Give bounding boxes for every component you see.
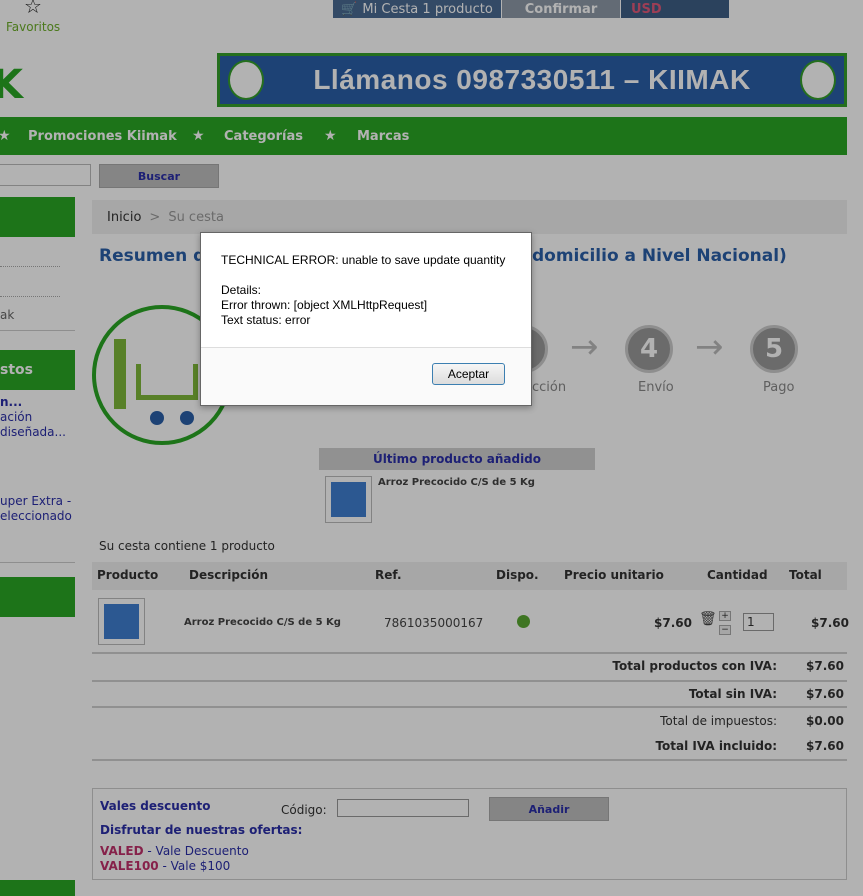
- error-message: TECHNICAL ERROR: unable to save update q…: [221, 253, 506, 267]
- error-dialog-body: TECHNICAL ERROR: unable to save update q…: [201, 233, 531, 348]
- error-dialog-footer: Aceptar: [201, 347, 531, 405]
- modal-overlay: [0, 0, 863, 896]
- accept-button[interactable]: Aceptar: [432, 363, 505, 385]
- error-thrown: Error thrown: [object XMLHttpRequest]: [221, 298, 428, 312]
- error-details-label: Details:: [221, 283, 262, 297]
- error-dialog: TECHNICAL ERROR: unable to save update q…: [200, 232, 532, 406]
- error-status: Text status: error: [221, 313, 311, 327]
